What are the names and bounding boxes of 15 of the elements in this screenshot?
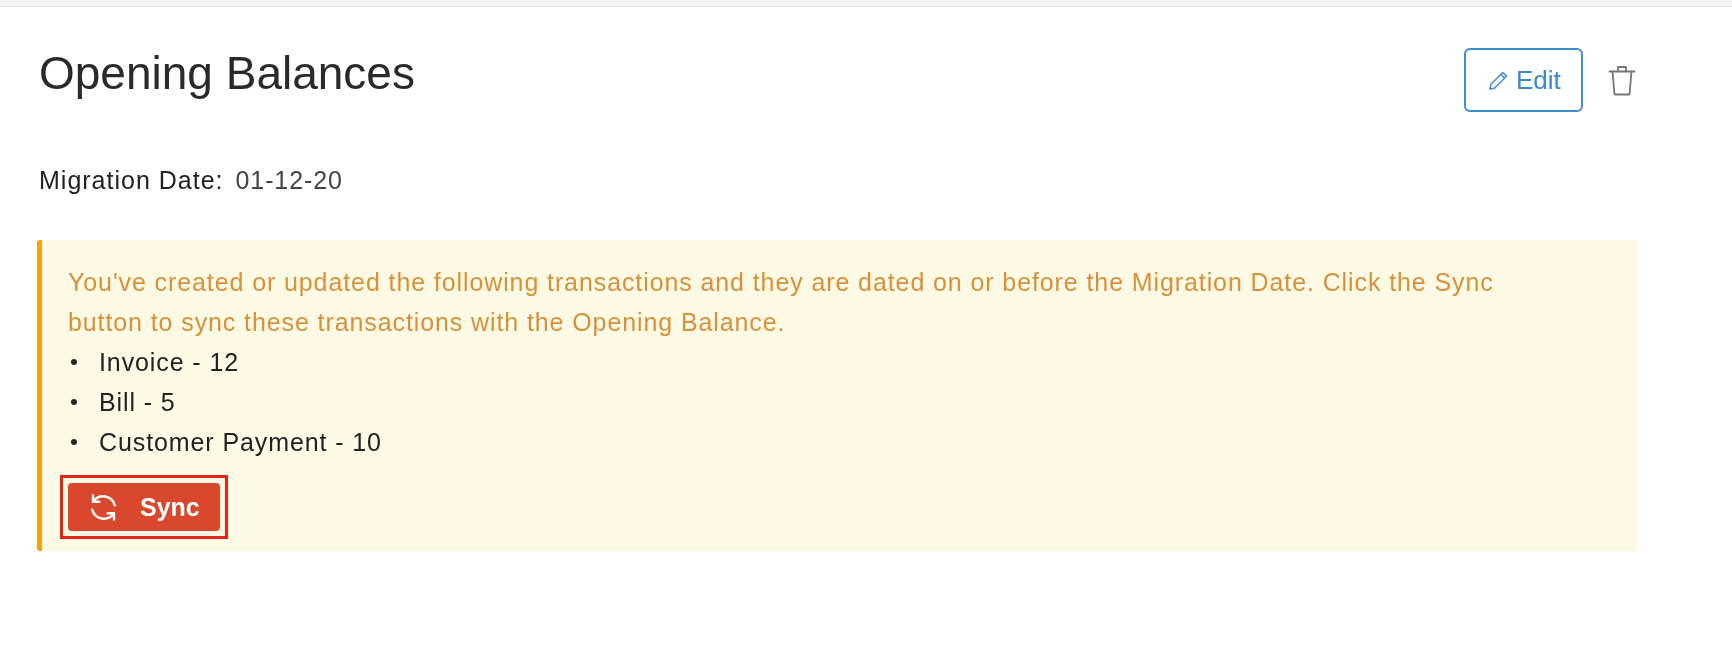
edit-button[interactable]: Edit — [1464, 48, 1583, 112]
migration-date-label: Migration Date: — [39, 165, 224, 195]
page-title: Opening Balances — [39, 46, 415, 101]
bullet-icon — [71, 359, 77, 365]
bullet-icon — [71, 439, 77, 445]
transaction-item: Invoice - 12 — [99, 347, 240, 378]
notice-message: You've created or updated the following transactions and they are dated on or before the Migration Date. Click the Sync button to sync these transactions with the Opening Balance. — [68, 267, 1495, 338]
transaction-item: Bill - 5 — [99, 387, 176, 418]
trash-icon[interactable] — [1608, 64, 1636, 96]
pencil-icon — [1489, 70, 1508, 90]
migration-date-value: 01-12-20 — [235, 165, 343, 195]
transaction-item: Customer Payment - 10 — [99, 427, 382, 458]
sync-button[interactable]: Sync — [68, 483, 220, 531]
sync-icon — [90, 493, 117, 521]
bullet-icon — [71, 399, 77, 405]
